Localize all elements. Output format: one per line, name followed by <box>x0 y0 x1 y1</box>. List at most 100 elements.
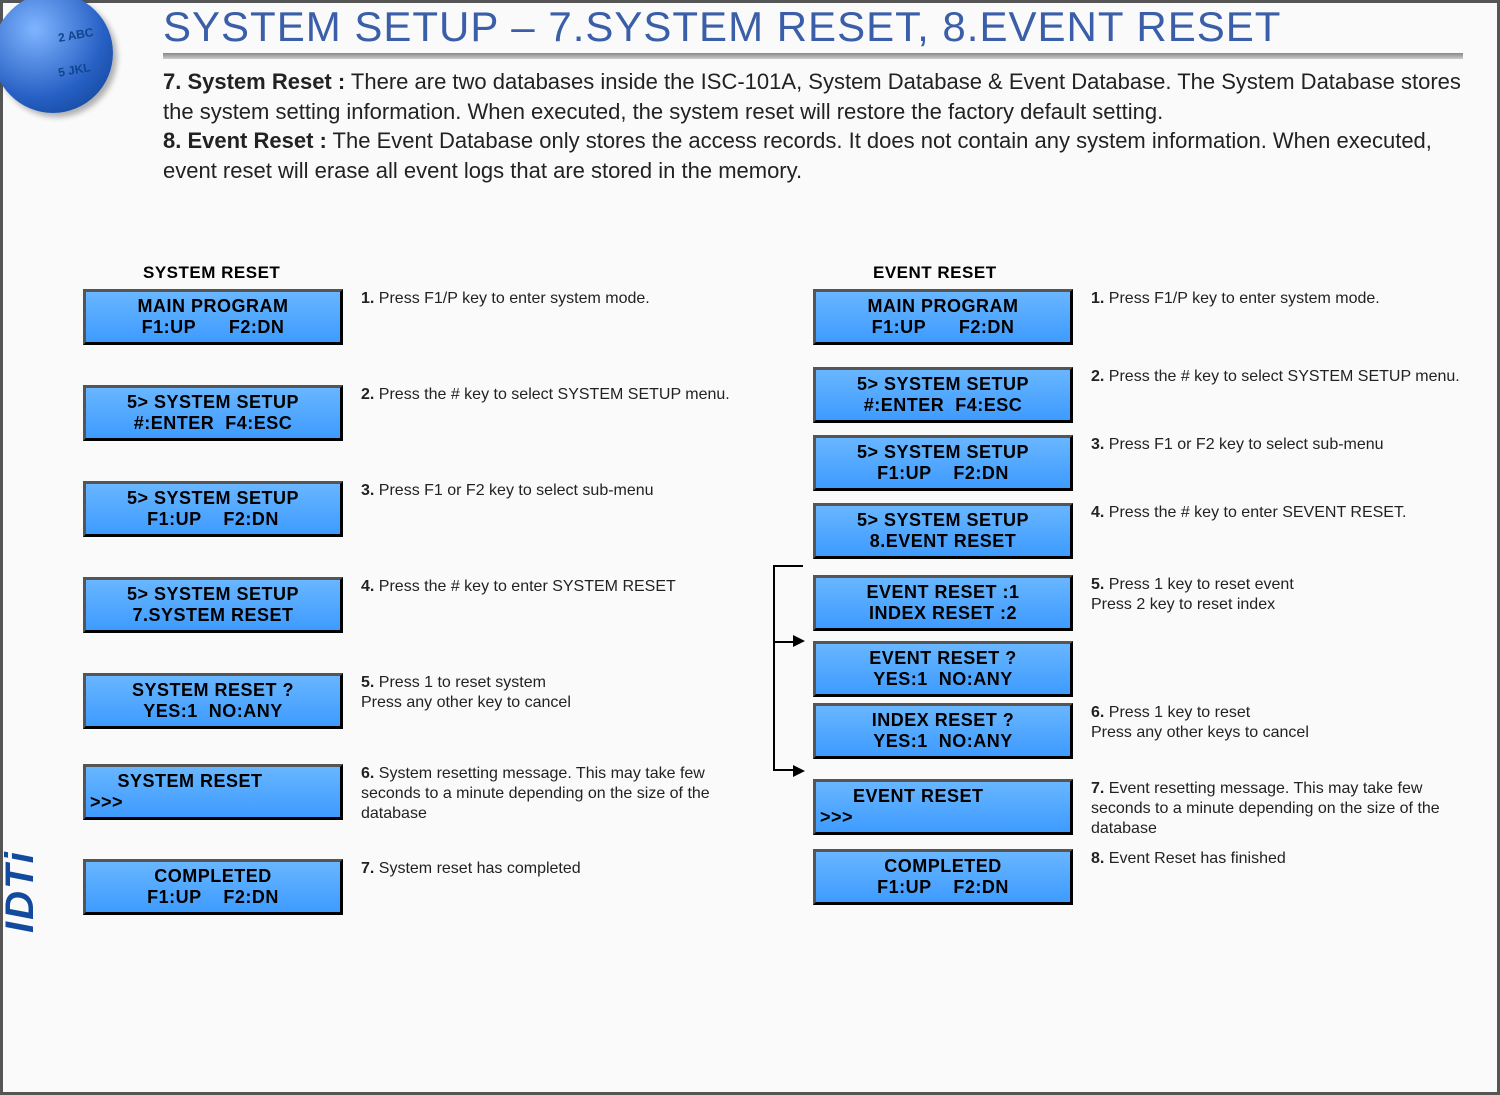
step-caption: 5. Press 1 to reset system Press any oth… <box>361 673 571 713</box>
system-step-1: MAIN PROGRAMF1:UP F2:DN 1. Press F1/P ke… <box>83 289 753 345</box>
lcd-screen: SYSTEM RESET ?YES:1 NO:ANY <box>83 673 343 729</box>
lcd-screen: EVENT RESET ?YES:1 NO:ANY <box>813 641 1073 697</box>
lcd-line1: COMPLETED <box>86 866 340 887</box>
page: 2 ABC 5 JKL IDTi SYSTEM SETUP – 7.SYSTEM… <box>0 0 1500 1095</box>
lcd-screen: COMPLETEDF1:UP F2:DN <box>83 859 343 915</box>
brand-logo: IDTi <box>0 850 43 933</box>
arrow-icon <box>793 765 805 777</box>
step-caption: 5. Press 1 key to reset event Press 2 ke… <box>1091 575 1294 615</box>
lcd-line1: 5> SYSTEM SETUP <box>816 374 1070 395</box>
lcd-screen: 5> SYSTEM SETUPF1:UP F2:DN <box>83 481 343 537</box>
step-caption: 4. Press the # key to enter SYSTEM RESET <box>361 577 676 597</box>
columns: SYSTEM RESET MAIN PROGRAMF1:UP F2:DN 1. … <box>83 263 1483 935</box>
lcd-line1: EVENT RESET ? <box>816 648 1070 669</box>
step-text: Press F1 or F2 key to select sub-menu <box>1104 436 1383 453</box>
lcd-line2: >>> <box>820 807 1070 828</box>
step-num: 6. <box>361 765 374 782</box>
lcd-line1: 5> SYSTEM SETUP <box>816 442 1070 463</box>
lcd-screen: MAIN PROGRAMF1:UP F2:DN <box>813 289 1073 345</box>
step-text: Press the # key to select SYSTEM SETUP m… <box>374 386 729 403</box>
step-text: Press 1 key to reset Press any other key… <box>1091 704 1309 741</box>
lcd-screen: EVENT RESET>>> <box>813 779 1073 835</box>
step-num: 2. <box>1091 368 1104 385</box>
event-step-1: MAIN PROGRAMF1:UP F2:DN 1. Press F1/P ke… <box>813 289 1483 345</box>
desc-heading-7: 7. System Reset : <box>163 69 345 94</box>
disc-icon <box>0 0 113 113</box>
system-reset-column: SYSTEM RESET MAIN PROGRAMF1:UP F2:DN 1. … <box>83 263 753 935</box>
event-reset-column: EVENT RESET MAIN PROGRAMF1:UP F2:DN 1. P… <box>813 263 1483 935</box>
lcd-screen: SYSTEM RESET>>> <box>83 764 343 820</box>
title-underline <box>163 53 1463 59</box>
lcd-line2: #:ENTER F4:ESC <box>86 413 340 434</box>
lcd-line2: F1:UP F2:DN <box>86 509 340 530</box>
step-caption: 6. Press 1 key to reset Press any other … <box>1091 703 1309 743</box>
lcd-line2: F1:UP F2:DN <box>86 317 340 338</box>
event-step-3: 5> SYSTEM SETUPF1:UP F2:DN 3. Press F1 o… <box>813 435 1483 491</box>
bracket-connector <box>773 641 803 771</box>
lcd-line2: >>> <box>90 792 340 813</box>
lcd-line1: COMPLETED <box>816 856 1070 877</box>
step-caption: 2. Press the # key to select SYSTEM SETU… <box>1091 367 1460 387</box>
arrow-icon <box>793 635 805 647</box>
lcd-screen: 5> SYSTEM SETUP8.EVENT RESET <box>813 503 1073 559</box>
system-step-4: 5> SYSTEM SETUP7.SYSTEM RESET 4. Press t… <box>83 577 753 633</box>
system-step-2: 5> SYSTEM SETUP#:ENTER F4:ESC 2. Press t… <box>83 385 753 441</box>
lcd-line1: EVENT RESET <box>820 786 1070 807</box>
step-num: 4. <box>361 578 374 595</box>
event-step-5: EVENT RESET :1INDEX RESET :2 5. Press 1 … <box>813 575 1483 631</box>
corner-graphic: 2 ABC 5 JKL <box>3 3 143 143</box>
lcd-line1: SYSTEM RESET ? <box>86 680 340 701</box>
event-step-6a: EVENT RESET ?YES:1 NO:ANY <box>813 641 1483 697</box>
lcd-line1: 5> SYSTEM SETUP <box>86 392 340 413</box>
event-reset-heading: EVENT RESET <box>873 263 1483 283</box>
lcd-line2: YES:1 NO:ANY <box>816 731 1070 752</box>
desc-text-8: The Event Database only stores the acces… <box>163 128 1432 183</box>
lcd-line1: SYSTEM RESET <box>90 771 340 792</box>
lcd-line1: EVENT RESET :1 <box>816 582 1070 603</box>
step-caption: 1. Press F1/P key to enter system mode. <box>1091 289 1380 309</box>
system-step-5: SYSTEM RESET ?YES:1 NO:ANY 5. Press 1 to… <box>83 673 753 729</box>
step-text: System resetting message. This may take … <box>361 765 710 822</box>
step-num: 8. <box>1091 850 1104 867</box>
step-text: Press F1/P key to enter system mode. <box>1104 290 1379 307</box>
step-caption: 2. Press the # key to select SYSTEM SETU… <box>361 385 730 405</box>
event-step-2: 5> SYSTEM SETUP#:ENTER F4:ESC 2. Press t… <box>813 367 1483 423</box>
lcd-line2: YES:1 NO:ANY <box>86 701 340 722</box>
step-caption: 1. Press F1/P key to enter system mode. <box>361 289 650 309</box>
page-title: SYSTEM SETUP – 7.SYSTEM RESET, 8.EVENT R… <box>163 3 1281 51</box>
lcd-screen: 5> SYSTEM SETUPF1:UP F2:DN <box>813 435 1073 491</box>
step-caption: 8. Event Reset has finished <box>1091 849 1286 869</box>
step-num: 1. <box>1091 290 1104 307</box>
step-text: Press the # key to enter SYSTEM RESET <box>374 578 675 595</box>
lcd-line2: #:ENTER F4:ESC <box>816 395 1070 416</box>
system-step-3: 5> SYSTEM SETUPF1:UP F2:DN 3. Press F1 o… <box>83 481 753 537</box>
description-block: 7. System Reset : There are two database… <box>163 67 1463 186</box>
lcd-screen: MAIN PROGRAMF1:UP F2:DN <box>83 289 343 345</box>
lcd-screen: EVENT RESET :1INDEX RESET :2 <box>813 575 1073 631</box>
step-caption: 6. System resetting message. This may ta… <box>361 764 731 824</box>
event-step-4: 5> SYSTEM SETUP8.EVENT RESET 4. Press th… <box>813 503 1483 559</box>
lcd-line2: F1:UP F2:DN <box>816 463 1070 484</box>
step-caption: 3. Press F1 or F2 key to select sub-menu <box>1091 435 1384 455</box>
system-reset-heading: SYSTEM RESET <box>143 263 753 283</box>
step-num: 7. <box>361 860 374 877</box>
step-num: 1. <box>361 290 374 307</box>
lcd-screen: 5> SYSTEM SETUP#:ENTER F4:ESC <box>813 367 1073 423</box>
lcd-line1: 5> SYSTEM SETUP <box>86 584 340 605</box>
lcd-screen: INDEX RESET ?YES:1 NO:ANY <box>813 703 1073 759</box>
step-text: Press 1 key to reset event Press 2 key t… <box>1091 576 1294 613</box>
desc-heading-8: 8. Event Reset : <box>163 128 327 153</box>
lcd-screen: 5> SYSTEM SETUP#:ENTER F4:ESC <box>83 385 343 441</box>
lcd-screen: COMPLETEDF1:UP F2:DN <box>813 849 1073 905</box>
step-text: Press F1 or F2 key to select sub-menu <box>374 482 653 499</box>
lcd-line2: 8.EVENT RESET <box>816 531 1070 552</box>
lcd-line2: F1:UP F2:DN <box>816 877 1070 898</box>
step-num: 3. <box>1091 436 1104 453</box>
step-caption: 3. Press F1 or F2 key to select sub-menu <box>361 481 654 501</box>
system-step-7: COMPLETEDF1:UP F2:DN 7. System reset has… <box>83 859 753 915</box>
step-text: Press the # key to enter SEVENT RESET. <box>1104 504 1406 521</box>
step-text: Press the # key to select SYSTEM SETUP m… <box>1104 368 1459 385</box>
step-text: Press F1/P key to enter system mode. <box>374 290 649 307</box>
step-num: 7. <box>1091 780 1104 797</box>
step-caption: 4. Press the # key to enter SEVENT RESET… <box>1091 503 1406 523</box>
